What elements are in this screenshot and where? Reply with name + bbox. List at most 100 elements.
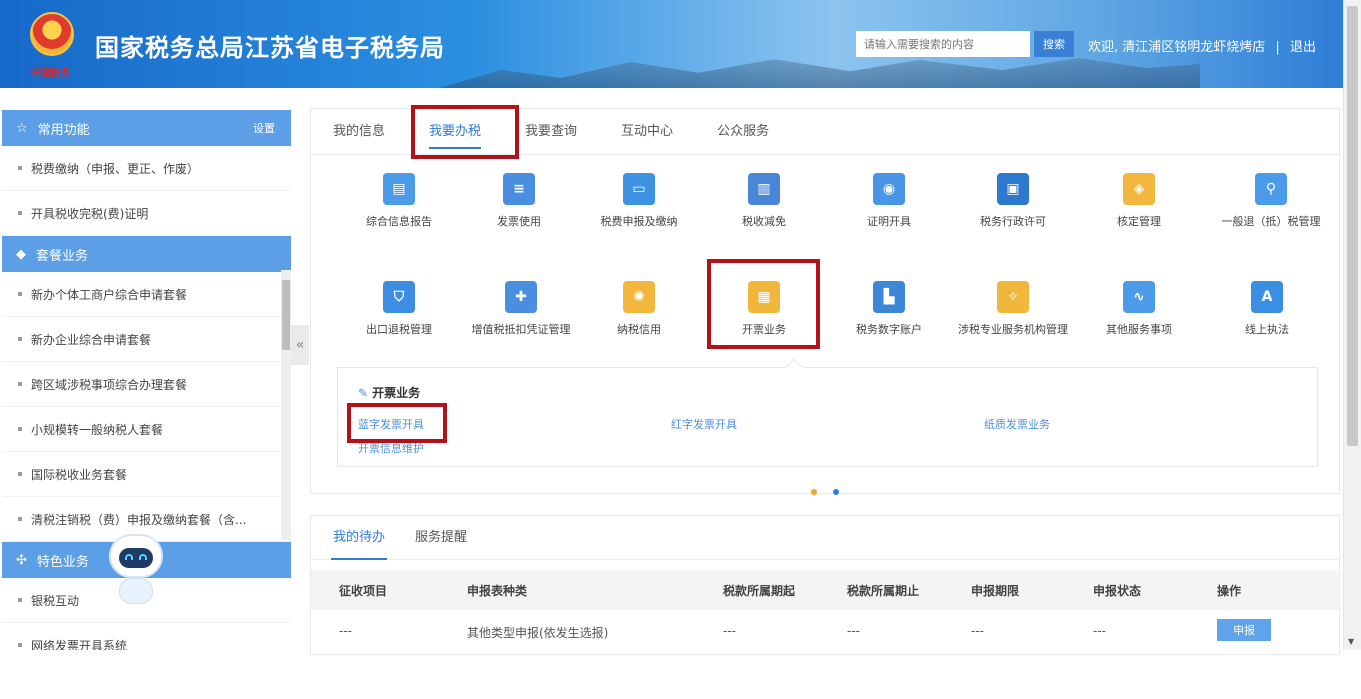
sidebar-item-label: 清税注销税（费）申报及缴纳套餐（含... bbox=[31, 512, 247, 527]
grid-item[interactable]: ▙ 税务数字账户 bbox=[839, 281, 939, 337]
table-cell: --- bbox=[971, 624, 984, 638]
carousel-dot[interactable] bbox=[811, 489, 817, 495]
collapse-sidebar-button[interactable]: « bbox=[291, 325, 309, 365]
doc-plus-icon: ✚ bbox=[505, 281, 537, 313]
carousel-dots bbox=[811, 480, 855, 499]
bullet-icon bbox=[18, 292, 22, 296]
bullet-icon bbox=[18, 598, 22, 602]
tab-interaction[interactable]: 互动中心 bbox=[621, 109, 673, 155]
page: 中国税务 国家税务总局江苏省电子税务局 搜索 欢迎, 清江浦区铭明龙虾烧烤店 |… bbox=[0, 0, 1361, 699]
grid-item-label: 综合信息报告 bbox=[366, 215, 432, 228]
grid-item[interactable]: ⛉ 出口退税管理 bbox=[349, 281, 449, 337]
grid-item[interactable]: ≡ 发票使用 bbox=[469, 173, 569, 229]
column-header: 申报期限 bbox=[971, 584, 1020, 598]
grid-item[interactable]: ∿ 其他服务事项 bbox=[1089, 281, 1189, 337]
red-invoice-issue-link[interactable]: 红字发票开具 bbox=[671, 416, 737, 432]
grid-item-label: 增值税抵扣凭证管理 bbox=[471, 323, 571, 336]
grid-item-label: 税收减免 bbox=[742, 215, 786, 228]
tab-query[interactable]: 我要查询 bbox=[525, 109, 577, 155]
bullet-icon bbox=[18, 382, 22, 386]
submenu-pointer bbox=[785, 358, 803, 376]
tab-public-service[interactable]: 公众服务 bbox=[717, 109, 769, 155]
sidebar-item-label: 银税互动 bbox=[31, 593, 80, 608]
search-input[interactable] bbox=[856, 31, 1030, 57]
highlight-box bbox=[347, 403, 447, 443]
sidebar-section-common[interactable]: ☆ 常用功能 设置 bbox=[2, 110, 291, 146]
tab-my-todo[interactable]: 我的待办 bbox=[330, 516, 388, 560]
site-header: 中国税务 国家税务总局江苏省电子税务局 搜索 欢迎, 清江浦区铭明龙虾烧烤店 |… bbox=[0, 0, 1343, 88]
chart-monitor-icon: ▤ bbox=[383, 173, 415, 205]
todo-panel: 我的待办 服务提醒 征收项目 申报表种类 税款所属期起 税款所属期止 申报期限 … bbox=[310, 515, 1341, 655]
todo-tabs: 我的待办 服务提醒 bbox=[311, 516, 1339, 560]
sidebar-item[interactable]: 开具税收完税(费)证明 bbox=[2, 191, 291, 236]
sidebar-item-label: 开具税收完税(费)证明 bbox=[31, 206, 149, 221]
sidebar-item[interactable]: 跨区域涉税事项综合办理套餐 bbox=[2, 362, 291, 407]
settings-link[interactable]: 设置 bbox=[253, 120, 275, 136]
grid-item[interactable]: ▣ 税务行政许可 bbox=[963, 173, 1063, 229]
carousel-dot-active[interactable] bbox=[833, 489, 839, 495]
grid-item-label: 其他服务事项 bbox=[1106, 323, 1172, 336]
package-icon: ◆ bbox=[16, 246, 26, 262]
sidebar-item[interactable]: 国际税收业务套餐 bbox=[2, 452, 291, 497]
submenu-title-text: 开票业务 bbox=[372, 386, 421, 400]
grid-item-label: 证明开具 bbox=[867, 215, 911, 228]
org-chart-icon: ⚲ bbox=[1255, 173, 1287, 205]
bullet-icon bbox=[18, 211, 22, 215]
column-header: 申报表种类 bbox=[467, 584, 528, 598]
robot-eye bbox=[139, 554, 147, 560]
sidebar-scrollbar[interactable] bbox=[281, 270, 291, 540]
submenu-title: ✎ 开票业务 bbox=[358, 384, 420, 401]
user-bar: 欢迎, 清江浦区铭明龙虾烧烤店 | 退出 bbox=[1088, 36, 1316, 55]
welcome-text[interactable]: 欢迎, 清江浦区铭明龙虾烧烤店 bbox=[1088, 40, 1265, 55]
grid-item[interactable]: ▥ 税收减免 bbox=[714, 173, 814, 229]
robot-body bbox=[119, 578, 153, 604]
edit-icon: ✎ bbox=[358, 386, 369, 400]
highlight-box bbox=[411, 105, 519, 159]
grid-item[interactable]: ▭ 税费申报及缴纳 bbox=[589, 173, 689, 229]
column-header: 申报状态 bbox=[1093, 584, 1142, 598]
tools-icon: ✧ bbox=[997, 281, 1029, 313]
grid-item[interactable]: ◈ 核定管理 bbox=[1089, 173, 1189, 229]
sidebar-item[interactable]: 新办个体工商户综合申请套餐 bbox=[2, 272, 291, 317]
grid-item[interactable]: ◉ 证明开具 bbox=[839, 173, 939, 229]
sidebar-item-label: 网络发票开具系统 bbox=[31, 638, 128, 651]
star-icon: ☆ bbox=[16, 120, 28, 136]
sidebar-item[interactable]: 税费缴纳（申报、更正、作废） bbox=[2, 146, 291, 191]
search-button[interactable]: 搜索 bbox=[1034, 31, 1074, 57]
table-cell: --- bbox=[1093, 624, 1106, 638]
grid-item[interactable]: ▤ 综合信息报告 bbox=[349, 173, 449, 229]
sidebar-item-label: 小规模转一般纳税人套餐 bbox=[31, 422, 164, 437]
section-title: 常用功能 bbox=[37, 122, 90, 138]
bar-chart-icon: ▥ bbox=[748, 173, 780, 205]
tab-my-info[interactable]: 我的信息 bbox=[333, 109, 385, 155]
grid-item[interactable]: ✚ 增值税抵扣凭证管理 bbox=[461, 281, 581, 337]
main-panel: 我的信息 我要办税 我要查询 互动中心 公众服务 ▤ 综合信息报告 ≡ 发票使用 ▭… bbox=[310, 105, 1340, 495]
sidebar-item[interactable]: 小规模转一般纳税人套餐 bbox=[2, 407, 291, 452]
grid-item-label: 纳税信用 bbox=[617, 323, 661, 336]
lightbulb-icon: ✺ bbox=[623, 281, 655, 313]
tab-service-reminder[interactable]: 服务提醒 bbox=[415, 516, 467, 560]
person-card-icon: ▣ bbox=[997, 173, 1029, 205]
scroll-down-icon[interactable]: ▼ bbox=[1348, 637, 1354, 646]
sidebar-scrollbar-thumb[interactable] bbox=[282, 280, 290, 350]
grid-item[interactable]: ✺ 纳税信用 bbox=[589, 281, 689, 337]
highlight-box bbox=[707, 259, 820, 349]
invoice-doc-icon: ≡ bbox=[503, 173, 535, 205]
table-cell: --- bbox=[723, 624, 736, 638]
shield-icon: ⛉ bbox=[383, 281, 415, 313]
grid-item[interactable]: ⚲ 一般退（抵）税管理 bbox=[1211, 173, 1331, 229]
page-scrollbar[interactable]: ▼ bbox=[1343, 0, 1361, 650]
logout-link[interactable]: 退出 bbox=[1290, 40, 1316, 55]
paper-invoice-link[interactable]: 纸质发票业务 bbox=[984, 416, 1050, 432]
table-cell: 其他类型申报(依发生选报) bbox=[467, 626, 609, 640]
grid-item[interactable]: A 线上执法 bbox=[1217, 281, 1317, 337]
assistant-robot-icon[interactable] bbox=[105, 528, 165, 608]
sidebar-item[interactable]: 网络发票开具系统 bbox=[2, 623, 291, 650]
declare-button[interactable]: 申报 bbox=[1217, 619, 1271, 641]
page-scrollbar-thumb[interactable] bbox=[1347, 6, 1358, 446]
bullet-icon bbox=[18, 166, 22, 170]
sidebar-section-packages[interactable]: ◆ 套餐业务 bbox=[2, 236, 291, 272]
sidebar-item[interactable]: 新办企业综合申请套餐 bbox=[2, 317, 291, 362]
grid-item-label: 税务行政许可 bbox=[980, 215, 1046, 228]
grid-item[interactable]: ✧ 涉税专业服务机构管理 bbox=[953, 281, 1073, 337]
